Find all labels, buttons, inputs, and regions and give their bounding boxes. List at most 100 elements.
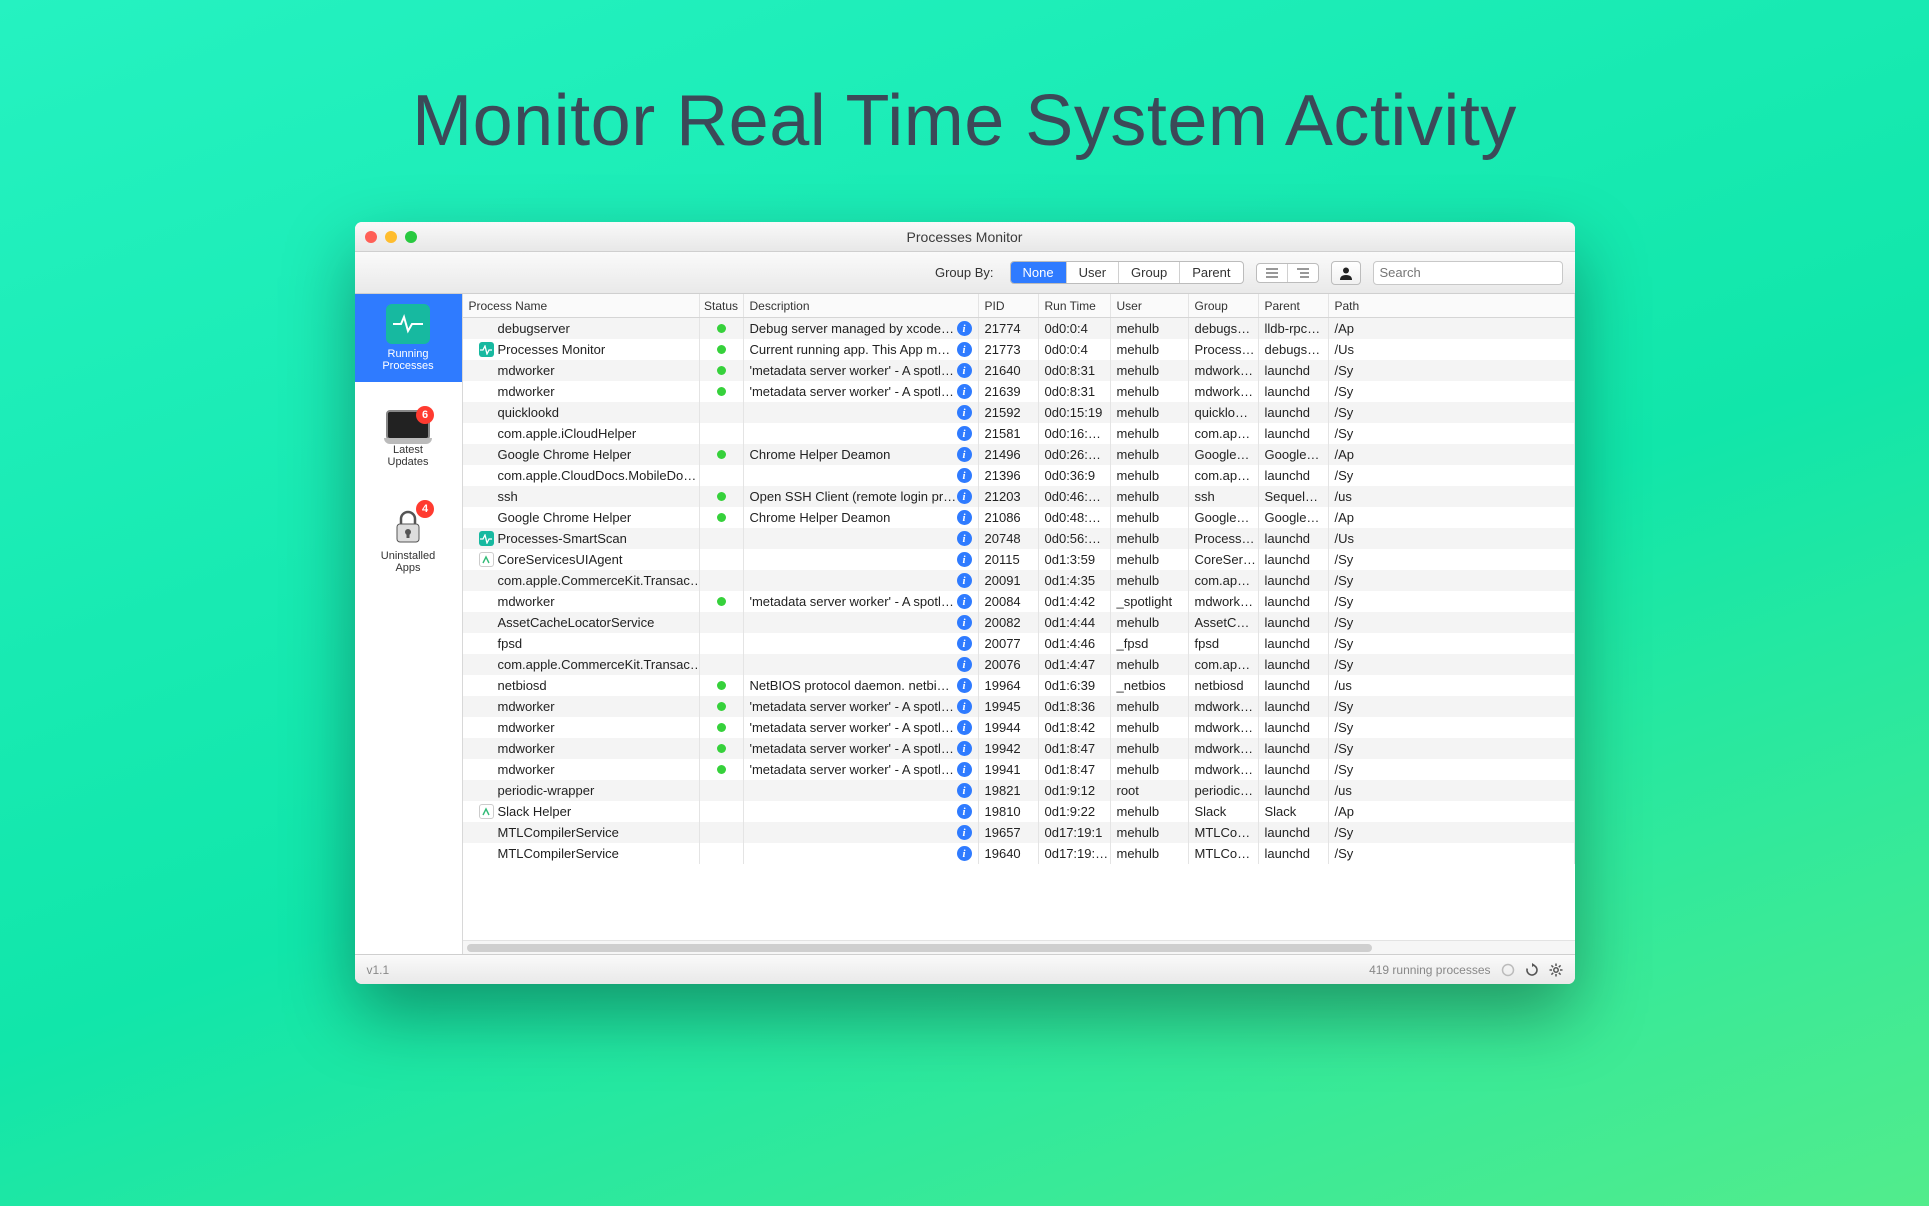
cell-process-name: debugserver [463, 318, 700, 339]
cell-description: 'metadata server worker' - A spotli…i [744, 381, 979, 402]
info-icon[interactable]: i [957, 594, 972, 609]
minimize-button[interactable] [385, 231, 397, 243]
info-icon[interactable]: i [957, 363, 972, 378]
cell-status [700, 444, 744, 465]
table-row[interactable]: MTLCompilerServicei196400d17:19:…mehulbM… [463, 843, 1575, 864]
cell-group: mdwork… [1189, 381, 1259, 402]
col-user[interactable]: User [1111, 294, 1189, 317]
search-field[interactable] [1373, 261, 1563, 285]
settings-button[interactable] [1549, 963, 1563, 977]
table-row[interactable]: mdworker'metadata server worker' - A spo… [463, 759, 1575, 780]
cell-status [700, 780, 744, 801]
info-icon[interactable]: i [957, 636, 972, 651]
table-row[interactable]: mdworker'metadata server worker' - A spo… [463, 738, 1575, 759]
cell-path: /Sy [1329, 360, 1575, 381]
sidebar-item-uninstalled-apps[interactable]: 4 UninstalledApps [355, 496, 462, 584]
table-row[interactable]: Processes MonitorCurrent running app. Th… [463, 339, 1575, 360]
table-row[interactable]: MTLCompilerServicei196570d17:19:1mehulbM… [463, 822, 1575, 843]
info-icon[interactable]: i [957, 783, 972, 798]
view-list-icon[interactable] [1257, 264, 1288, 282]
info-icon[interactable]: i [957, 321, 972, 336]
table-row[interactable]: AssetCacheLocatorServicei200820d1:4:44me… [463, 612, 1575, 633]
scrollbar-thumb[interactable] [467, 944, 1372, 952]
table-row[interactable]: Slack Helperi198100d1:9:22mehulbSlackSla… [463, 801, 1575, 822]
titlebar: Processes Monitor [355, 222, 1575, 252]
horizontal-scrollbar[interactable] [463, 940, 1575, 954]
zoom-button[interactable] [405, 231, 417, 243]
info-icon[interactable]: i [957, 825, 972, 840]
cell-user: mehulb [1111, 654, 1189, 675]
info-icon[interactable]: i [957, 342, 972, 357]
cell-group: quicklo… [1189, 402, 1259, 423]
cell-pid: 21773 [979, 339, 1039, 360]
user-filter-button[interactable] [1331, 261, 1361, 285]
group-by-label: Group By: [935, 265, 994, 280]
table-row[interactable]: debugserverDebug server managed by xcode… [463, 318, 1575, 339]
view-outline-icon[interactable] [1288, 264, 1318, 282]
group-by-none[interactable]: None [1011, 262, 1067, 283]
group-by-group[interactable]: Group [1119, 262, 1180, 283]
table-row[interactable]: mdworker'metadata server worker' - A spo… [463, 696, 1575, 717]
info-icon[interactable]: i [957, 447, 972, 462]
info-icon[interactable]: i [957, 762, 972, 777]
table-row[interactable]: Google Chrome HelperChrome Helper Deamon… [463, 444, 1575, 465]
table-row[interactable]: mdworker'metadata server worker' - A spo… [463, 360, 1575, 381]
info-icon[interactable]: i [957, 615, 972, 630]
table-row[interactable]: sshOpen SSH Client (remote login pr…i212… [463, 486, 1575, 507]
refresh-button[interactable] [1525, 963, 1539, 977]
col-pid[interactable]: PID [979, 294, 1039, 317]
table-row[interactable]: fpsdi200770d1:4:46_fpsdfpsdlaunchd/Sy [463, 633, 1575, 654]
close-button[interactable] [365, 231, 377, 243]
info-icon[interactable]: i [957, 531, 972, 546]
info-icon[interactable]: i [957, 426, 972, 441]
search-input[interactable] [1380, 265, 1556, 280]
col-parent[interactable]: Parent [1259, 294, 1329, 317]
info-icon[interactable]: i [957, 657, 972, 672]
table-row[interactable]: CoreServicesUIAgenti201150d1:3:59mehulbC… [463, 549, 1575, 570]
table-row[interactable]: periodic-wrapperi198210d1:9:12rootperiod… [463, 780, 1575, 801]
table-row[interactable]: quicklookdi215920d0:15:19mehulbquicklo…l… [463, 402, 1575, 423]
info-icon[interactable]: i [957, 384, 972, 399]
info-icon[interactable]: i [957, 552, 972, 567]
table-row[interactable]: com.apple.iCloudHelperi215810d0:16:…mehu… [463, 423, 1575, 444]
info-icon[interactable]: i [957, 741, 972, 756]
cell-runtime: 0d1:4:46 [1039, 633, 1111, 654]
col-status[interactable]: Status [700, 294, 744, 317]
col-description[interactable]: Description [744, 294, 979, 317]
info-icon[interactable]: i [957, 804, 972, 819]
info-icon[interactable]: i [957, 720, 972, 735]
group-by-parent[interactable]: Parent [1180, 262, 1242, 283]
col-process-name[interactable]: Process Name [463, 294, 700, 317]
table-row[interactable]: mdworker'metadata server worker' - A spo… [463, 717, 1575, 738]
table-row[interactable]: netbiosdNetBIOS protocol daemon. netbio…… [463, 675, 1575, 696]
cell-process-name: ssh [463, 486, 700, 507]
info-icon[interactable]: i [957, 846, 972, 861]
info-icon[interactable]: i [957, 573, 972, 588]
table-row[interactable]: com.apple.CommerceKit.Transac…i200910d1:… [463, 570, 1575, 591]
cell-group: mdwork… [1189, 591, 1259, 612]
sidebar-item-latest-updates[interactable]: 6 LatestUpdates [355, 400, 462, 478]
table-row[interactable]: com.apple.CommerceKit.Transac…i200760d1:… [463, 654, 1575, 675]
sidebar-item-running-processes[interactable]: RunningProcesses [355, 294, 462, 382]
info-icon[interactable]: i [957, 468, 972, 483]
table-body[interactable]: debugserverDebug server managed by xcode… [463, 318, 1575, 940]
group-by-user[interactable]: User [1067, 262, 1119, 283]
info-icon[interactable]: i [957, 405, 972, 420]
cell-process-name: quicklookd [463, 402, 700, 423]
col-path[interactable]: Path [1329, 294, 1575, 317]
info-icon[interactable]: i [957, 489, 972, 504]
table-row[interactable]: Google Chrome HelperChrome Helper Deamon… [463, 507, 1575, 528]
table-row[interactable]: mdworker'metadata server worker' - A spo… [463, 381, 1575, 402]
col-runtime[interactable]: Run Time [1039, 294, 1111, 317]
cell-description: i [744, 780, 979, 801]
table-row[interactable]: Processes-SmartScani207480d0:56:…mehulbP… [463, 528, 1575, 549]
cell-process-name: mdworker [463, 759, 700, 780]
col-group[interactable]: Group [1189, 294, 1259, 317]
info-icon[interactable]: i [957, 510, 972, 525]
table-row[interactable]: com.apple.CloudDocs.MobileDo…i213960d0:3… [463, 465, 1575, 486]
table-row[interactable]: mdworker'metadata server worker' - A spo… [463, 591, 1575, 612]
info-icon[interactable]: i [957, 678, 972, 693]
cell-runtime: 0d0:8:31 [1039, 360, 1111, 381]
cell-parent: lldb-rpc… [1259, 318, 1329, 339]
info-icon[interactable]: i [957, 699, 972, 714]
